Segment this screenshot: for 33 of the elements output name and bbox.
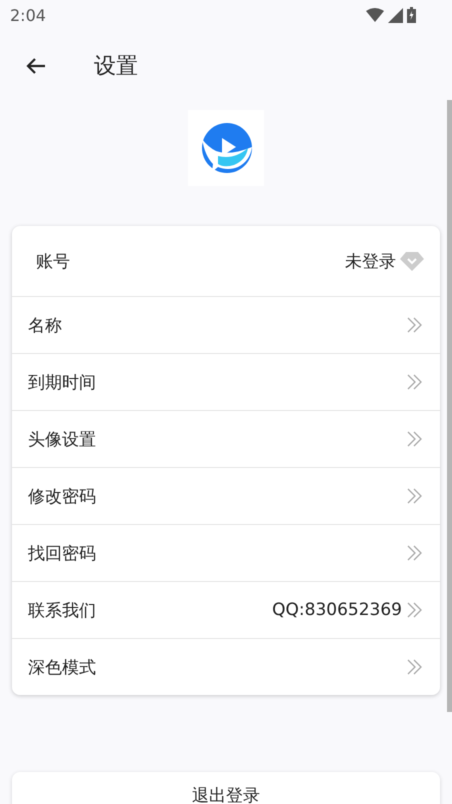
logo-icon [188, 110, 264, 186]
chevron-icon [406, 487, 424, 505]
row-value: QQ:830652369 [272, 600, 402, 620]
settings-row[interactable]: 头像设置 [12, 410, 440, 467]
row-label: 头像设置 [28, 428, 97, 450]
settings-row[interactable]: 名称 [12, 296, 440, 353]
settings-row[interactable]: 找回密码 [12, 524, 440, 581]
row-label: 深色模式 [28, 656, 97, 678]
row-label: 联系我们 [28, 600, 97, 622]
chevron-icon [406, 316, 424, 334]
row-value: 未登录 [345, 250, 396, 272]
logout-button[interactable]: 退出登录 [12, 772, 440, 804]
signal-icon [388, 8, 403, 22]
settings-row[interactable]: 修改密码 [12, 467, 440, 524]
row-label: 找回密码 [28, 542, 97, 564]
settings-row[interactable]: 联系我们 QQ:830652369 [12, 581, 440, 638]
wifi-icon [366, 8, 384, 22]
page-title: 设置 [94, 53, 138, 81]
chevron-icon [406, 601, 424, 619]
row-label: 到期时间 [28, 372, 97, 394]
chevron-icon [406, 544, 424, 562]
chevron-icon [406, 430, 424, 448]
chevron-icon [406, 373, 424, 391]
chevron-icon [406, 658, 424, 676]
status-time: 2:04 [10, 6, 46, 24]
battery-icon [407, 7, 416, 23]
row-label: 名称 [28, 314, 63, 336]
diamond-icon [400, 251, 424, 271]
settings-row[interactable]: 账号 未登录 [12, 226, 440, 296]
settings-row[interactable]: 到期时间 [12, 353, 440, 410]
row-label: 修改密码 [28, 486, 97, 508]
row-label: 账号 [36, 250, 71, 272]
settings-row[interactable]: 深色模式 [12, 638, 440, 695]
